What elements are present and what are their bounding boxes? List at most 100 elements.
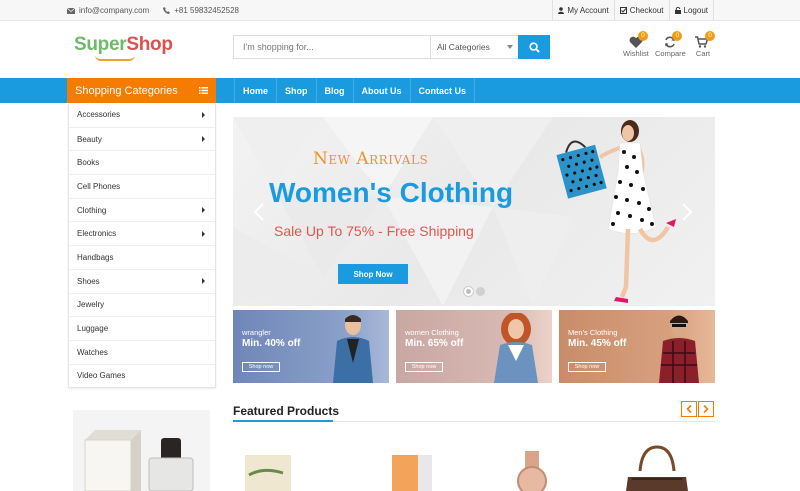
contact-phone[interactable]: +81 59832452528: [163, 6, 239, 15]
featured-title-underline: [233, 420, 333, 422]
category-label: Video Games: [77, 371, 126, 381]
search-button[interactable]: [518, 35, 550, 59]
site-logo[interactable]: SuperShop: [74, 34, 173, 56]
compare-button[interactable]: 0 Compare: [655, 31, 686, 58]
category-select[interactable]: All Categories: [430, 36, 518, 58]
chevron-right-icon: [703, 405, 709, 413]
banner-label: women Clothing: [405, 328, 459, 337]
nav-blog[interactable]: Blog: [315, 78, 353, 103]
nav-shop[interactable]: Shop: [276, 78, 316, 103]
logo-swoosh: [95, 55, 135, 61]
category-item-cell-phones[interactable]: Cell Phones: [69, 174, 215, 198]
cart-button[interactable]: 0 Cart: [693, 31, 715, 58]
category-item-video-games[interactable]: Video Games: [69, 363, 215, 388]
category-label: Jewelry: [77, 300, 105, 310]
main-menu: Home Shop Blog About Us Contact Us: [234, 78, 476, 103]
category-label: Handbags: [77, 252, 114, 262]
featured-next-button[interactable]: [698, 401, 714, 417]
wishlist-button[interactable]: 0 Wishlist: [623, 31, 649, 58]
slider-dot-1[interactable]: [464, 287, 473, 296]
hero-slider: New Arrivals Women's Clothing Sale Up To…: [233, 117, 715, 306]
category-item-shoes[interactable]: Shoes: [69, 268, 215, 293]
slider-prev-arrow-icon[interactable]: [253, 203, 265, 221]
caret-down-icon: [507, 45, 513, 49]
banner-model-man-plaid-image: [659, 315, 699, 383]
category-select-value: All Categories: [437, 42, 490, 52]
category-item-handbags[interactable]: Handbags: [69, 245, 215, 269]
cart-count-badge: 0: [705, 31, 715, 41]
hero-title: Women's Clothing: [269, 177, 514, 208]
product-image-serum[interactable]: [388, 445, 438, 491]
category-label: Books: [77, 158, 100, 168]
category-label: Beauty: [77, 134, 102, 144]
lock-icon: [674, 7, 681, 14]
nav-home[interactable]: Home: [234, 78, 276, 103]
nav-contact-us[interactable]: Contact Us: [409, 78, 476, 103]
banner-shop-now-button[interactable]: Shop now: [405, 362, 443, 372]
category-list: Accessories Beauty Books Cell Phones Clothin…: [68, 103, 216, 389]
search-input[interactable]: [234, 36, 430, 58]
category-item-beauty[interactable]: Beauty: [69, 126, 215, 151]
product-image-handbag[interactable]: [622, 445, 692, 491]
caret-right-icon: [202, 230, 205, 237]
category-label: Watches: [77, 347, 108, 357]
logo-part-super: Super: [74, 34, 127, 55]
list-icon: [199, 87, 208, 94]
compare-count-badge: 0: [672, 31, 683, 41]
category-label: Luggage: [77, 324, 109, 334]
slider-dots: [464, 287, 485, 296]
featured-products-title: Featured Products: [233, 404, 340, 418]
category-label: Accessories: [77, 110, 121, 120]
category-item-luggage[interactable]: Luggage: [69, 316, 215, 340]
hero-model-image: [556, 120, 676, 303]
category-item-watches[interactable]: Watches: [69, 339, 215, 364]
user-icon: [558, 7, 565, 14]
featured-prev-button[interactable]: [681, 401, 697, 417]
logout-label: Logout: [683, 6, 708, 15]
category-item-accessories[interactable]: Accessories: [69, 103, 215, 127]
category-label: Electronics: [77, 229, 117, 239]
banner-discount: Min. 40% off: [242, 338, 301, 349]
phone-icon: [163, 7, 171, 14]
slider-dot-2[interactable]: [476, 287, 485, 296]
my-account-link[interactable]: My Account: [552, 0, 613, 21]
category-label: Clothing: [77, 205, 107, 215]
contact-email[interactable]: info@company.com: [67, 6, 149, 15]
shop-now-button[interactable]: Shop Now: [338, 264, 408, 284]
checkout-label: Checkout: [629, 6, 664, 15]
caret-right-icon: [202, 111, 205, 118]
checkout-link[interactable]: Checkout: [613, 0, 669, 21]
wishlist-label: Wishlist: [623, 49, 649, 58]
category-item-clothing[interactable]: Clothing: [69, 197, 215, 222]
banner-model-woman-image: [494, 313, 538, 383]
banner-model-man-image: [333, 315, 373, 383]
category-item-jewelry[interactable]: Jewelry: [69, 292, 215, 317]
chevron-left-icon: [686, 405, 692, 413]
categories-title: Shopping Categories: [75, 84, 178, 97]
caret-right-icon: [202, 207, 205, 214]
promo-banner-mens-clothing[interactable]: Men's Clothing Min. 45% off Shop now: [559, 310, 715, 383]
wishlist-count-badge: 0: [637, 31, 648, 41]
logout-link[interactable]: Logout: [668, 0, 714, 21]
search-icon: [528, 41, 540, 53]
side-product-image[interactable]: [73, 410, 210, 491]
phone-text: +81 59832452528: [174, 6, 239, 15]
banner-discount: Min. 65% off: [405, 338, 464, 349]
banner-shop-now-button[interactable]: Shop now: [242, 362, 280, 372]
promo-banner-women-clothing[interactable]: women Clothing Min. 65% off Shop now: [396, 310, 552, 383]
hero-subtitle: New Arrivals: [313, 149, 429, 169]
envelope-icon: [67, 7, 75, 14]
nav-about-us[interactable]: About Us: [352, 78, 410, 103]
email-text: info@company.com: [79, 6, 150, 15]
product-image-watch[interactable]: [510, 445, 560, 491]
category-item-books[interactable]: Books: [69, 150, 215, 174]
shopping-categories-toggle[interactable]: Shopping Categories: [67, 78, 216, 103]
perfume-image: [84, 430, 194, 491]
checkbox-icon: [619, 7, 627, 14]
product-image-book[interactable]: [243, 445, 293, 491]
compare-label: Compare: [655, 49, 686, 58]
category-item-electronics[interactable]: Electronics: [69, 221, 215, 245]
banner-shop-now-button[interactable]: Shop now: [568, 362, 606, 372]
banner-label: Men's Clothing: [568, 328, 618, 337]
promo-banner-wrangler[interactable]: wrangler Min. 40% off Shop now: [233, 310, 389, 383]
